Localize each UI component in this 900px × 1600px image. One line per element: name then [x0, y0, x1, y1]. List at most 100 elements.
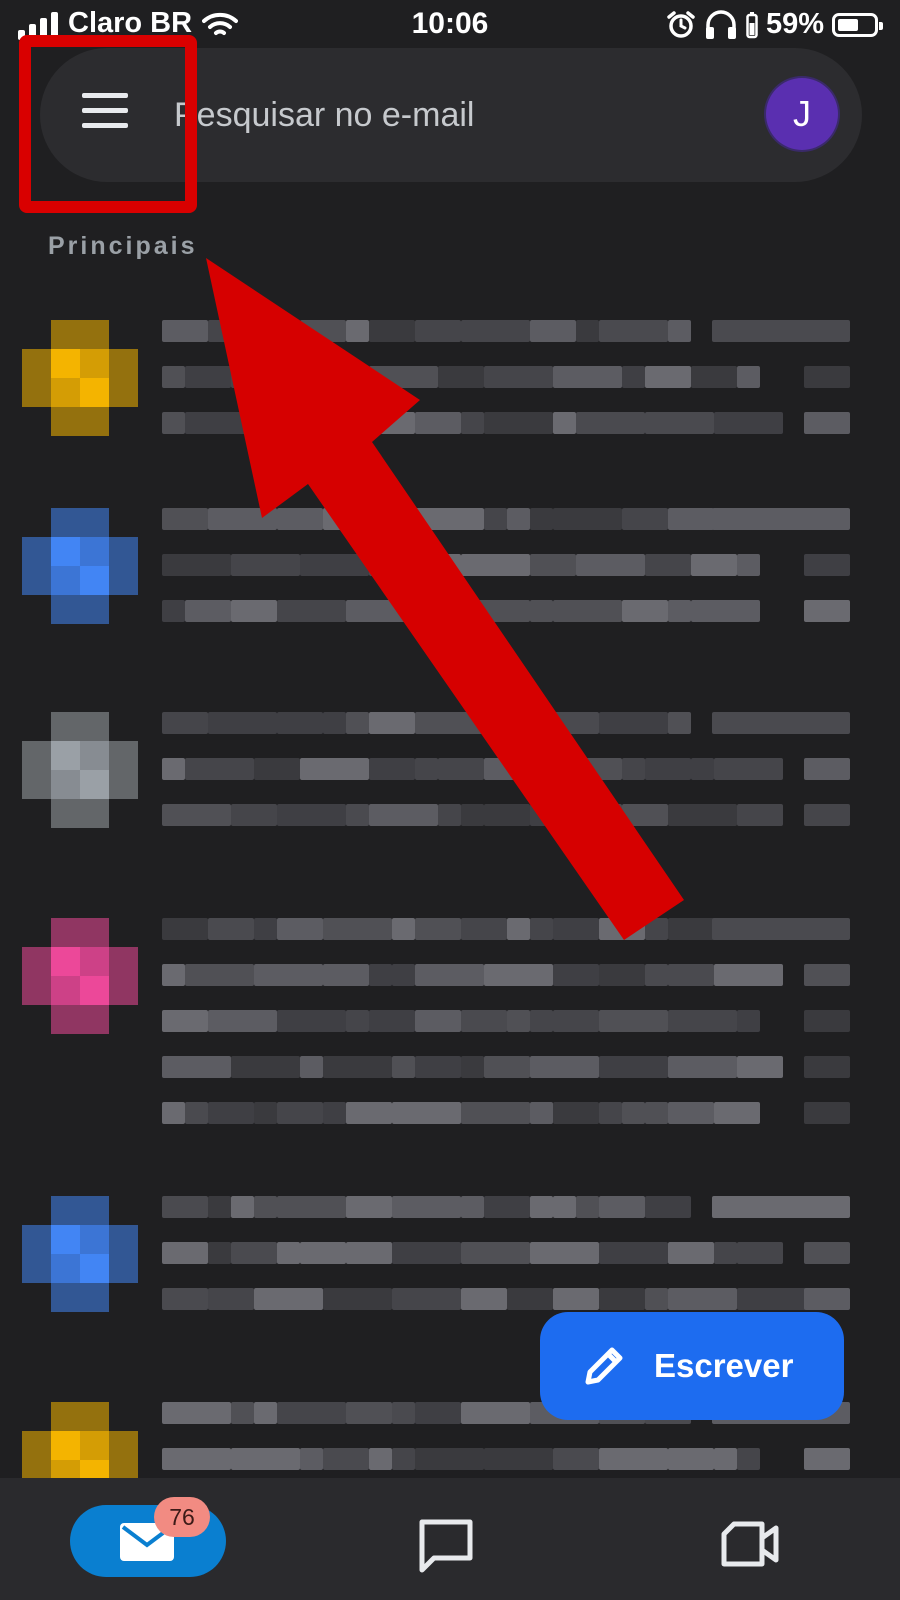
email-text-block — [346, 1242, 392, 1264]
email-date-block — [804, 412, 850, 434]
email-text-block — [392, 1242, 461, 1264]
email-text-block — [530, 1242, 599, 1264]
email-text-block — [737, 1056, 783, 1078]
email-text-block — [415, 1448, 484, 1470]
email-text-block — [507, 918, 530, 940]
email-text-block — [231, 1196, 254, 1218]
email-date-block — [804, 600, 850, 622]
email-date-block — [804, 758, 850, 780]
email-text-block — [645, 554, 691, 576]
email-text-block — [530, 1056, 599, 1078]
email-text-block — [415, 554, 461, 576]
email-text-block — [714, 1102, 760, 1124]
email-text-block — [162, 1448, 231, 1470]
email-text-block — [369, 320, 415, 342]
email-text-block — [438, 804, 461, 826]
email-text-block — [369, 758, 415, 780]
pencil-icon — [585, 1347, 623, 1385]
email-text-block — [530, 1196, 553, 1218]
email-text-block — [507, 508, 530, 530]
inbox-section-label: Principais — [48, 232, 198, 260]
email-text-block — [346, 1402, 392, 1424]
email-date-block — [804, 1010, 850, 1032]
search-input[interactable] — [172, 86, 696, 144]
email-text-block — [208, 1010, 277, 1032]
email-text-block — [645, 1196, 691, 1218]
email-text-block — [461, 554, 530, 576]
email-text-block — [415, 1056, 461, 1078]
meet-icon[interactable] — [720, 1520, 780, 1568]
sender-avatar — [22, 1196, 140, 1314]
email-text-block — [484, 412, 553, 434]
email-text-block — [185, 964, 254, 986]
email-text-block — [599, 1448, 668, 1470]
email-date-block — [712, 918, 850, 940]
email-text-block — [553, 1448, 599, 1470]
email-text-block — [484, 758, 553, 780]
email-text-block — [300, 320, 346, 342]
email-text-block — [691, 600, 760, 622]
email-text-block — [392, 1056, 415, 1078]
email-text-block — [484, 508, 507, 530]
sender-avatar — [22, 918, 140, 1036]
email-text-block — [668, 1242, 714, 1264]
email-date-block — [804, 1448, 850, 1470]
email-text-block — [599, 918, 645, 940]
email-text-block — [208, 1288, 254, 1310]
menu-icon[interactable] — [82, 93, 128, 129]
email-text-block — [507, 1288, 553, 1310]
email-text-block — [530, 554, 576, 576]
email-date-block — [804, 804, 850, 826]
email-text-block — [231, 1402, 254, 1424]
search-bar[interactable]: J — [40, 48, 862, 182]
email-text-block — [507, 1010, 530, 1032]
email-text-block — [668, 1056, 737, 1078]
nav-mail-tab[interactable]: 76 — [70, 1497, 226, 1577]
email-text-block — [323, 964, 369, 986]
email-date-block — [804, 964, 850, 986]
email-text-block — [461, 412, 484, 434]
email-text-block — [208, 712, 277, 734]
email-text-block — [185, 366, 231, 388]
email-text-block — [576, 554, 645, 576]
email-text-block — [553, 412, 576, 434]
email-text-block — [461, 1010, 507, 1032]
email-text-block — [737, 1288, 806, 1310]
email-text-block — [369, 366, 438, 388]
email-text-block — [645, 964, 668, 986]
unread-badge: 76 — [154, 1497, 210, 1537]
email-text-block — [714, 1448, 737, 1470]
email-text-block — [668, 1010, 737, 1032]
email-text-block — [277, 712, 323, 734]
email-text-block — [162, 1102, 185, 1124]
email-text-block — [668, 600, 691, 622]
email-text-block — [530, 600, 553, 622]
email-text-block — [553, 758, 576, 780]
email-text-block — [553, 1196, 576, 1218]
email-text-block — [277, 1402, 346, 1424]
compose-button[interactable]: Escrever — [540, 1312, 844, 1420]
account-avatar[interactable]: J — [766, 78, 838, 150]
email-text-block — [185, 758, 254, 780]
email-text-block — [484, 1056, 530, 1078]
email-text-block — [691, 554, 737, 576]
email-text-block — [369, 712, 415, 734]
email-text-block — [599, 1102, 622, 1124]
email-text-block — [162, 508, 208, 530]
email-text-block — [162, 1196, 208, 1218]
email-text-block — [277, 918, 323, 940]
email-text-block — [737, 366, 760, 388]
email-text-block — [714, 412, 783, 434]
email-text-block — [254, 918, 277, 940]
email-text-block — [231, 1242, 277, 1264]
email-text-block — [737, 1010, 760, 1032]
email-text-block — [415, 918, 461, 940]
email-text-block — [185, 412, 254, 434]
email-text-block — [415, 508, 484, 530]
chat-icon[interactable] — [418, 1518, 474, 1574]
email-text-block — [530, 804, 599, 826]
email-text-block — [484, 1196, 530, 1218]
email-text-block — [323, 1448, 369, 1470]
email-text-block — [208, 1196, 231, 1218]
email-text-block — [254, 1288, 323, 1310]
